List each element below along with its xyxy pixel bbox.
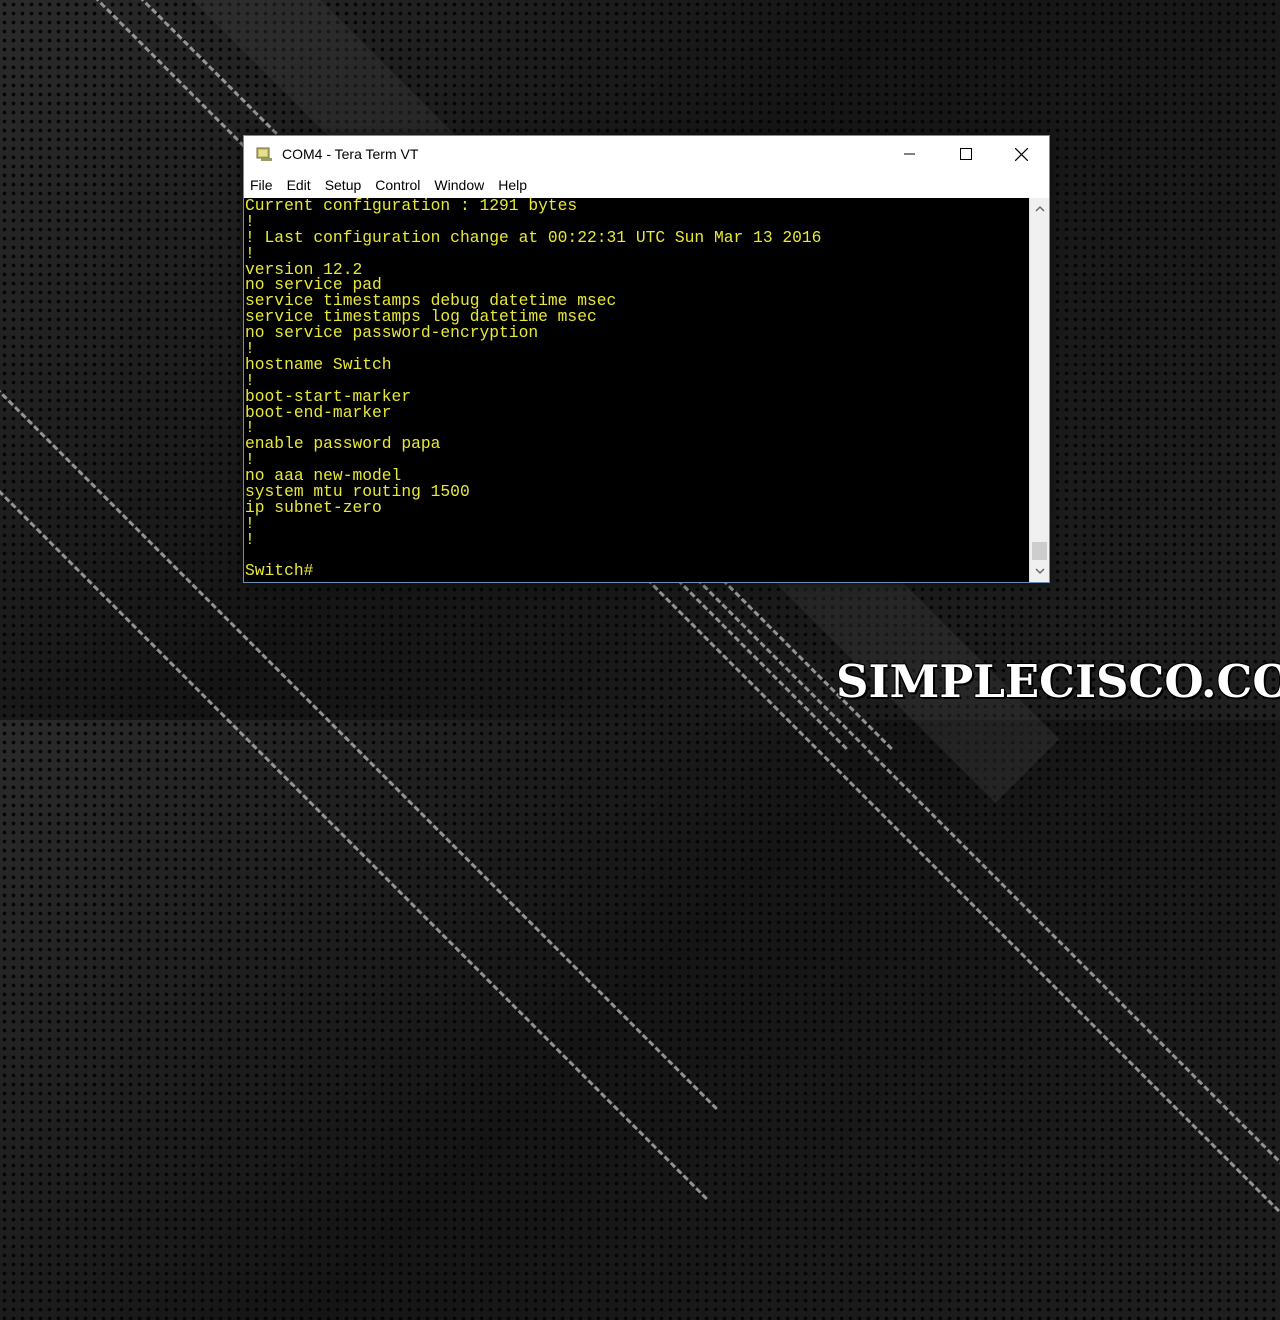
menu-control[interactable]: Control	[368, 172, 427, 198]
maximize-button[interactable]	[938, 136, 994, 172]
chevron-up-icon	[1035, 206, 1045, 212]
window-title: COM4 - Tera Term VT	[282, 146, 419, 162]
terminal-line: ip subnet-zero	[245, 497, 382, 517]
terminal-line: enable password papa	[245, 434, 441, 454]
menu-help[interactable]: Help	[491, 172, 534, 198]
teraterm-app-icon	[256, 146, 274, 162]
close-icon	[1014, 147, 1028, 161]
teraterm-window: COM4 - Tera Term VT File Edit Setup Cont…	[243, 135, 1050, 583]
minimize-button[interactable]	[882, 136, 938, 172]
menu-edit[interactable]: Edit	[280, 172, 318, 198]
chevron-down-icon	[1035, 568, 1045, 574]
title-bar[interactable]: COM4 - Tera Term VT	[244, 136, 1049, 172]
maximize-icon	[960, 148, 972, 160]
terminal-screen[interactable]: Current configuration : 1291 bytes ! ! L…	[244, 198, 1029, 582]
menu-file[interactable]: File	[244, 172, 280, 198]
menu-bar: File Edit Setup Control Window Help	[244, 172, 1049, 198]
terminal-line: !	[245, 513, 255, 533]
simplecisco-watermark: SIMPLECISCO.COM	[836, 655, 1280, 708]
scroll-up-button[interactable]	[1030, 200, 1050, 218]
terminal-line: hostname Switch	[245, 354, 392, 374]
terminal-line: ! Last configuration change at 00:22:31 …	[245, 227, 822, 247]
terminal-prompt: Switch#	[245, 561, 314, 581]
minimize-icon	[904, 153, 915, 155]
terminal-line: no service password-encryption	[245, 323, 539, 343]
scroll-thumb[interactable]	[1032, 542, 1047, 560]
scroll-down-button[interactable]	[1030, 562, 1050, 580]
menu-window[interactable]: Window	[427, 172, 491, 198]
terminal-line: Current configuration : 1291 bytes	[245, 198, 578, 215]
close-button[interactable]	[993, 136, 1049, 172]
terminal-line: !	[245, 529, 255, 549]
menu-setup[interactable]: Setup	[318, 172, 369, 198]
vertical-scrollbar[interactable]	[1029, 198, 1049, 582]
terminal-line: boot-end-marker	[245, 402, 392, 422]
